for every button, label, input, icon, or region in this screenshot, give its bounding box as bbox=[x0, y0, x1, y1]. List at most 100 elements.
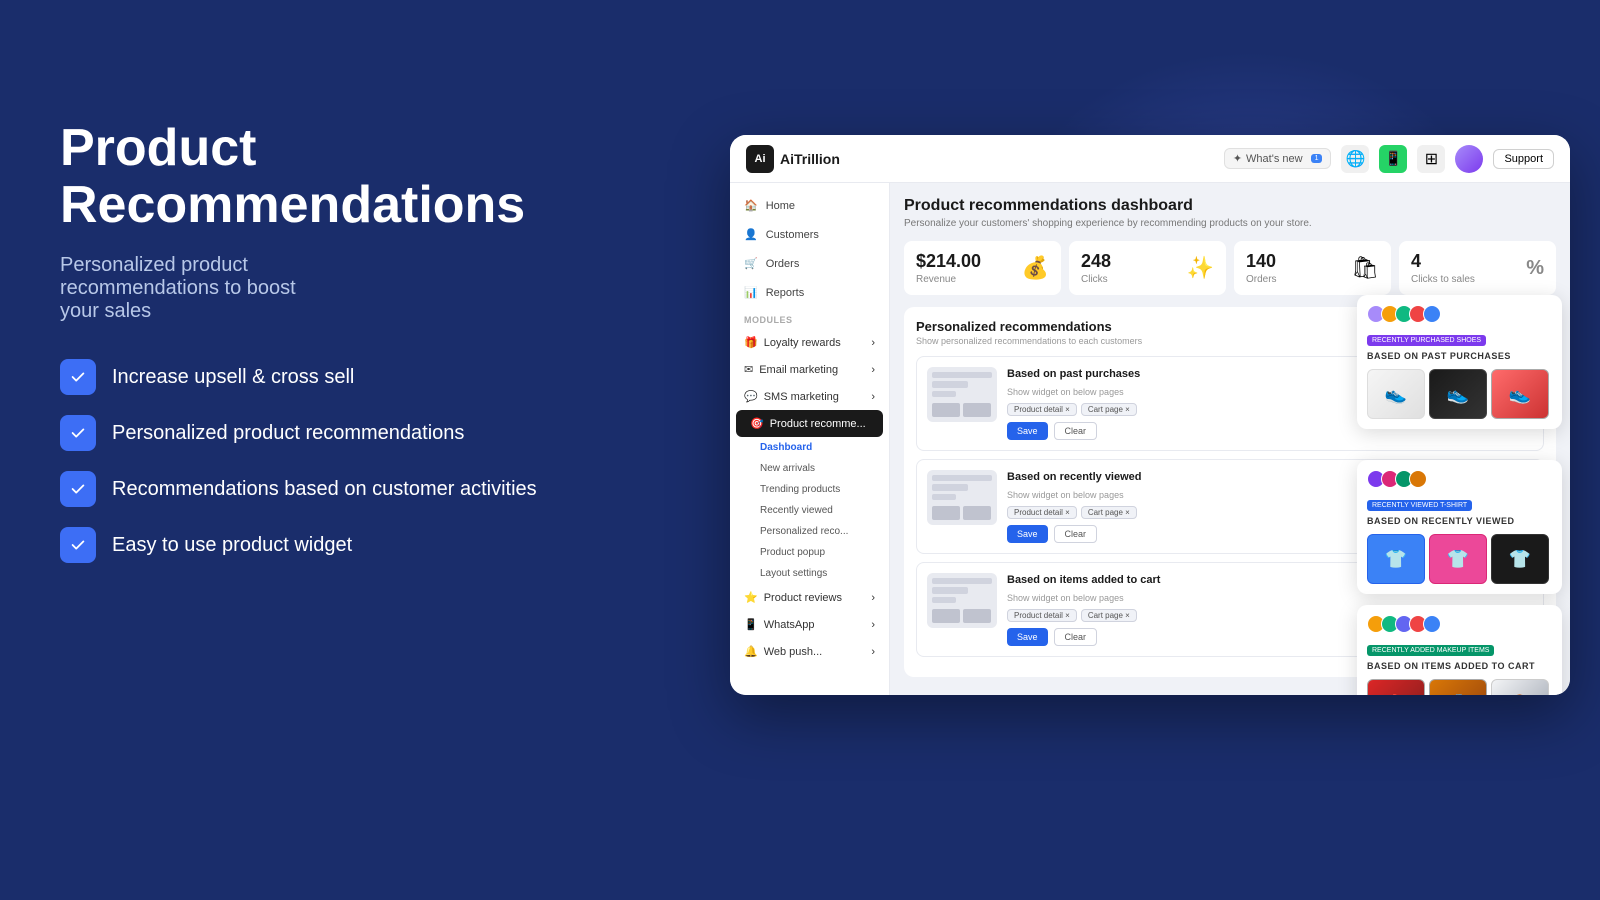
cts-value: 4 bbox=[1411, 251, 1475, 272]
customers-label: Customers bbox=[766, 229, 819, 241]
preview-past-purchases: RECENTLY PURCHASED SHOES BASED ON PAST P… bbox=[1357, 295, 1562, 429]
bell-icon: 🔔 bbox=[744, 645, 758, 658]
whats-new-button[interactable]: ✦ What's new 1 bbox=[1224, 148, 1332, 169]
logo: Ai AiTrillion bbox=[746, 145, 840, 173]
tag-product-detail-2[interactable]: Product detail × bbox=[1007, 506, 1077, 519]
sidebar: 🏠 Home 👤 Customers 🛒 Orders 📊 Reports MO… bbox=[730, 183, 890, 695]
thumb-bar-6 bbox=[932, 494, 956, 500]
sidebar-sub-personalized[interactable]: Personalized reco... bbox=[730, 521, 889, 542]
tag-cart-page-1[interactable]: Cart page × bbox=[1081, 403, 1137, 416]
save-button-1[interactable]: Save bbox=[1007, 422, 1048, 440]
user-avatar[interactable] bbox=[1455, 145, 1483, 173]
sidebar-item-home[interactable]: 🏠 Home bbox=[730, 191, 889, 220]
clear-button-3[interactable]: Clear bbox=[1054, 628, 1098, 646]
feature-item-4: Easy to use product widget bbox=[60, 527, 540, 563]
support-button[interactable]: Support bbox=[1493, 149, 1554, 169]
tshirt-img-1: 👕 bbox=[1367, 534, 1425, 584]
thumb-bar-3 bbox=[932, 391, 956, 397]
feature-item-1: Increase upsell & cross sell bbox=[60, 359, 540, 395]
reco-thumb-2 bbox=[927, 470, 997, 525]
tag-product-detail-3[interactable]: Product detail × bbox=[1007, 609, 1077, 622]
sidebar-whatsapp[interactable]: 📱WhatsApp › bbox=[730, 611, 889, 638]
avatar-row-cart bbox=[1367, 615, 1552, 633]
avatar-row-recent bbox=[1367, 470, 1552, 488]
makeup-img-2: 🧴 bbox=[1429, 679, 1487, 695]
sidebar-sub-popup[interactable]: Product popup bbox=[730, 542, 889, 563]
reco-card-desc-3: Show widget on below pages bbox=[1007, 593, 1533, 603]
sidebar-item-reports[interactable]: 📊 Reports bbox=[730, 278, 889, 307]
save-button-3[interactable]: Save bbox=[1007, 628, 1048, 646]
left-section: Product Recommendations Personalized pro… bbox=[60, 120, 540, 563]
dashboard-container: Ai AiTrillion ✦ What's new 1 🌐 📱 ⊞ Suppo… bbox=[730, 135, 1570, 695]
reports-label: Reports bbox=[766, 287, 805, 299]
sidebar-item-customers[interactable]: 👤 Customers bbox=[730, 220, 889, 249]
tag-cart-page-2[interactable]: Cart page × bbox=[1081, 506, 1137, 519]
clicks-label: Clicks bbox=[1081, 274, 1111, 285]
sidebar-sub-layout[interactable]: Layout settings bbox=[730, 563, 889, 584]
user-icon: 👤 bbox=[744, 228, 758, 241]
clear-button-1[interactable]: Clear bbox=[1054, 422, 1098, 440]
whats-new-badge: 1 bbox=[1311, 154, 1323, 163]
sidebar-email-marketing[interactable]: ✉Email marketing › bbox=[730, 356, 889, 383]
star-icon: ⭐ bbox=[744, 591, 758, 604]
recently-viewed-preview-title: BASED ON RECENTLY VIEWED bbox=[1367, 516, 1552, 526]
check-icon-3 bbox=[60, 471, 96, 507]
translate-icon[interactable]: 🌐 bbox=[1341, 145, 1369, 173]
tag-product-detail-1[interactable]: Product detail × bbox=[1007, 403, 1077, 416]
nav-right: ✦ What's new 1 🌐 📱 ⊞ Support bbox=[1224, 145, 1554, 173]
feature-item-2: Personalized product recommendations bbox=[60, 415, 540, 451]
shoe-img-3: 👟 bbox=[1491, 369, 1549, 419]
sidebar-loyalty-rewards[interactable]: 🎁Loyalty rewards › bbox=[730, 329, 889, 356]
check-icon-2 bbox=[60, 415, 96, 451]
sidebar-sub-trending[interactable]: Trending products bbox=[730, 479, 889, 500]
gift-icon: 🎁 bbox=[744, 336, 758, 349]
target-icon: 🎯 bbox=[750, 417, 764, 430]
past-purchases-images: 👟 👟 👟 bbox=[1367, 369, 1552, 419]
sidebar-sub-dashboard[interactable]: Dashboard bbox=[730, 437, 889, 458]
sidebar-product-reviews[interactable]: ⭐Product reviews › bbox=[730, 584, 889, 611]
sidebar-sub-recently-viewed[interactable]: Recently viewed bbox=[730, 500, 889, 521]
home-icon: 🏠 bbox=[744, 199, 758, 212]
tag-cart-page-3[interactable]: Cart page × bbox=[1081, 609, 1137, 622]
cart-images: 💄 🧴 🪞 bbox=[1367, 679, 1552, 695]
top-nav: Ai AiTrillion ✦ What's new 1 🌐 📱 ⊞ Suppo… bbox=[730, 135, 1570, 183]
orders-label: Orders bbox=[1246, 274, 1277, 285]
chevron-right-icon-2: › bbox=[871, 364, 875, 376]
thumb-bar-8 bbox=[932, 587, 968, 593]
past-purchases-preview-title: BASED ON PAST PURCHASES bbox=[1367, 351, 1552, 361]
revenue-label: Revenue bbox=[916, 274, 981, 285]
sidebar-sms-marketing[interactable]: 💬SMS marketing › bbox=[730, 383, 889, 410]
stats-row: $214.00 Revenue 💰 248 Clicks ✨ 140 Orde bbox=[904, 241, 1556, 295]
logo-icon: Ai bbox=[746, 145, 774, 173]
stat-revenue: $214.00 Revenue 💰 bbox=[904, 241, 1061, 295]
past-purchases-badge: RECENTLY PURCHASED SHOES bbox=[1367, 335, 1486, 346]
clear-button-2[interactable]: Clear bbox=[1054, 525, 1098, 543]
feature-text-3: Recommendations based on customer activi… bbox=[112, 478, 537, 501]
tshirt-img-3: 👕 bbox=[1491, 534, 1549, 584]
save-button-2[interactable]: Save bbox=[1007, 525, 1048, 543]
thumb-bar-4 bbox=[932, 475, 992, 481]
orders-value: 140 bbox=[1246, 251, 1277, 272]
orders-label: Orders bbox=[766, 258, 800, 270]
sidebar-sub-new-arrivals[interactable]: New arrivals bbox=[730, 458, 889, 479]
reco-thumb-1 bbox=[927, 367, 997, 422]
sidebar-item-orders[interactable]: 🛒 Orders bbox=[730, 249, 889, 278]
check-icon-1 bbox=[60, 359, 96, 395]
mail-icon: ✉ bbox=[744, 363, 753, 376]
recently-viewed-badge: RECENTLY VIEWED T-SHIRT bbox=[1367, 500, 1472, 511]
clicks-icon: ✨ bbox=[1187, 255, 1214, 281]
stat-orders: 140 Orders 🛍 bbox=[1234, 241, 1391, 295]
shoe-img-2: 👟 bbox=[1429, 369, 1487, 419]
chevron-right-icon-6: › bbox=[871, 646, 875, 658]
sidebar-web-push[interactable]: 🔔Web push... › bbox=[730, 638, 889, 665]
grid-icon[interactable]: ⊞ bbox=[1417, 145, 1445, 173]
reports-icon: 📊 bbox=[744, 286, 758, 299]
chevron-right-icon-5: › bbox=[871, 619, 875, 631]
revenue-value: $214.00 bbox=[916, 251, 981, 272]
sidebar-product-reco[interactable]: 🎯Product recomme... bbox=[736, 410, 883, 437]
orders-icon: 🛍 bbox=[1351, 255, 1379, 281]
recently-viewed-images: 👕 👕 👕 bbox=[1367, 534, 1552, 584]
whatsapp-nav-icon[interactable]: 📱 bbox=[1379, 145, 1407, 173]
feature-text-4: Easy to use product widget bbox=[112, 534, 352, 557]
stat-clicks-to-sales: 4 Clicks to sales % bbox=[1399, 241, 1556, 295]
